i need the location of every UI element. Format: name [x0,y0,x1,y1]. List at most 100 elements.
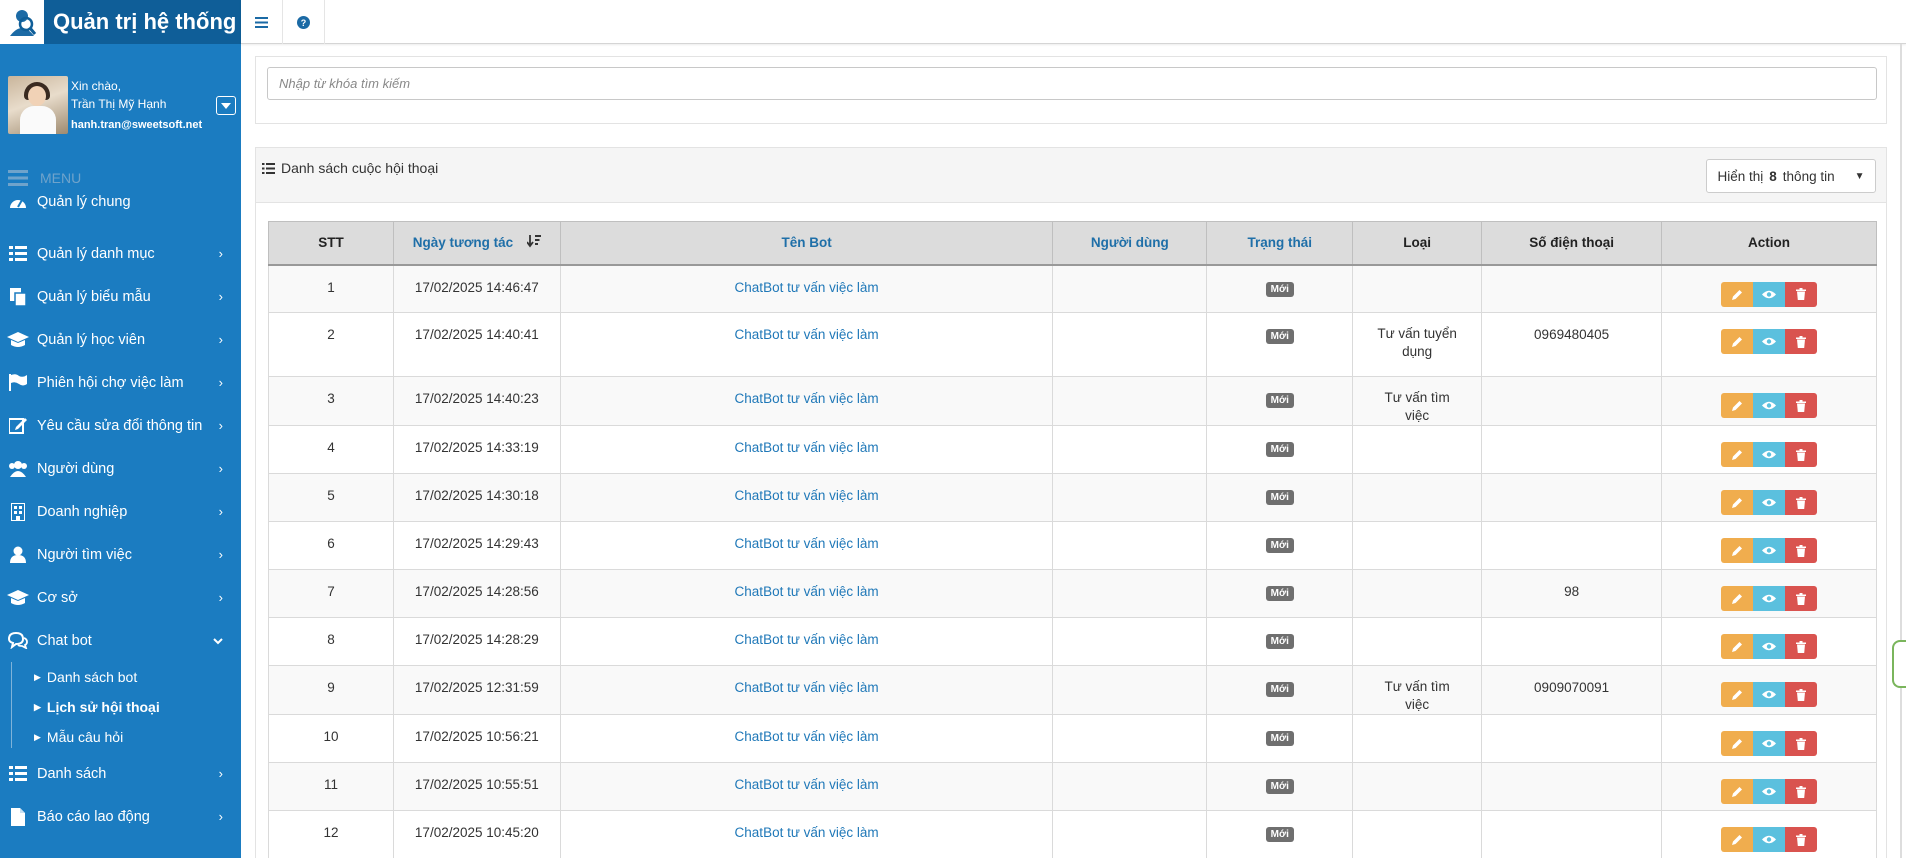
cell-stt: 4 [268,425,394,474]
bot-link[interactable]: ChatBot tư vấn việc làm [735,391,879,406]
sidebar-subitem-lich-su-hoi-thoai[interactable]: ▶ Lịch sử hội thoại [34,692,241,722]
delete-button[interactable] [1785,442,1818,467]
sidebar-item-quan-ly-chung[interactable]: Quản lý chung [0,189,241,214]
view-button[interactable] [1753,538,1786,563]
delete-button[interactable] [1785,329,1818,354]
edit-button[interactable] [1721,682,1754,707]
bot-link[interactable]: ChatBot tư vấn việc làm [735,825,879,840]
header-ngay-tuong-tac[interactable]: Ngày tương tác [392,221,561,266]
trash-icon [1796,448,1807,461]
edit-button[interactable] [1721,490,1754,515]
sidebar-subitem-danh-sach-bot[interactable]: ▶ Danh sách bot [34,662,241,692]
row-actions [1721,329,1818,354]
delete-button[interactable] [1785,682,1818,707]
sidebar-item-nguoi-tim-viec[interactable]: Người tìm việc › [0,533,241,576]
delete-button[interactable] [1785,393,1818,418]
conversation-table: STT Ngày tương tác Tên Bot Người dùng Tr… [268,221,1877,858]
cell-actions [1661,521,1877,570]
top-bar: ? [241,0,1906,44]
header-trang-thai[interactable]: Trạng thái [1206,221,1354,266]
cell-bot: ChatBot tư vấn việc làm [559,762,1054,811]
sidebar-item-quan-ly-danh-muc[interactable]: Quản lý danh mục › [0,232,241,275]
edit-button[interactable] [1721,586,1754,611]
header-action: Action [1661,221,1877,266]
sidebar-item-bao-cao-lao-dong[interactable]: Báo cáo lao động › [0,795,241,838]
view-button[interactable] [1753,827,1786,852]
delete-button[interactable] [1785,538,1818,563]
delete-button[interactable] [1785,827,1818,852]
view-button[interactable] [1753,393,1786,418]
brand-logo[interactable] [0,0,44,44]
edit-button[interactable] [1721,329,1754,354]
toggle-sidebar-button[interactable] [241,0,283,44]
delete-button[interactable] [1785,586,1818,611]
sidebar-item-danh-sach[interactable]: Danh sách › [0,752,241,795]
delete-button[interactable] [1785,490,1818,515]
cell-date: 17/02/2025 12:31:59 [392,665,561,715]
table-row: 11 17/02/2025 10:55:51 ChatBot tư vấn việc… [268,762,1877,811]
row-actions [1721,731,1818,756]
bot-link[interactable]: ChatBot tư vấn việc làm [735,440,879,455]
bot-link[interactable]: ChatBot tư vấn việc làm [735,488,879,503]
bot-link[interactable]: ChatBot tư vấn việc làm [735,729,879,744]
view-button[interactable] [1753,634,1786,659]
sidebar-item-nguoi-dung[interactable]: Người dùng › [0,447,241,490]
delete-button[interactable] [1785,281,1818,307]
view-button[interactable] [1753,779,1786,804]
eye-icon [1762,337,1777,346]
delete-button[interactable] [1785,779,1818,804]
edit-button[interactable] [1721,281,1754,307]
user-dropdown-button[interactable] [216,96,236,115]
edit-button[interactable] [1721,538,1754,563]
view-button[interactable] [1753,731,1786,756]
brand-title[interactable]: Quản trị hệ thống [44,9,236,35]
page-size-dropdown[interactable]: Hiển thị 8 thông tin ▼ [1706,159,1876,193]
view-button[interactable] [1753,281,1786,307]
bot-link[interactable]: ChatBot tư vấn việc làm [735,584,879,599]
pencil-icon [1731,690,1742,700]
sidebar-item-chat-bot[interactable]: Chat bot [0,619,241,662]
header-nguoi-dung[interactable]: Người dùng [1052,221,1208,266]
edit-button[interactable] [1721,634,1754,659]
bot-link[interactable]: ChatBot tư vấn việc làm [735,777,879,792]
bot-link[interactable]: ChatBot tư vấn việc làm [735,536,879,551]
cell-user [1052,521,1208,570]
trash-icon [1796,288,1807,300]
bot-link[interactable]: ChatBot tư vấn việc làm [735,280,879,295]
sidebar-subitem-mau-cau-hoi[interactable]: ▶ Mẫu câu hỏi [34,722,241,752]
menu-header: MENU [8,170,81,186]
sidebar-item-co-so[interactable]: Cơ sở › [0,576,241,619]
sidebar-item-doanh-nghiep[interactable]: Doanh nghiệp › [0,490,241,533]
bot-link[interactable]: ChatBot tư vấn việc làm [735,632,879,647]
edit-button[interactable] [1721,731,1754,756]
view-button[interactable] [1753,682,1786,707]
edit-button[interactable] [1721,779,1754,804]
sidebar-item-quan-ly-bieu-mau[interactable]: Quản lý biểu mẫu › [0,275,241,318]
sidebar-item-phien-hoi-cho[interactable]: Phiên hội chợ việc làm › [0,361,241,404]
header-ten-bot[interactable]: Tên Bot [559,221,1054,266]
view-button[interactable] [1753,329,1786,354]
floating-side-widget[interactable] [1892,640,1906,688]
edit-button[interactable] [1721,442,1754,467]
delete-button[interactable] [1785,634,1818,659]
cell-phone [1481,376,1663,426]
delete-button[interactable] [1785,731,1818,756]
cell-stt: 1 [268,264,394,313]
help-button[interactable]: ? [283,0,325,44]
edit-button[interactable] [1721,827,1754,852]
edit-button[interactable] [1721,393,1754,418]
view-button[interactable] [1753,586,1786,611]
cell-type: Tư vấn tìm việc [1352,665,1483,715]
sidebar-item-quan-ly-hoc-vien[interactable]: Quản lý học viên › [0,318,241,361]
trash-icon [1796,496,1807,509]
search-input[interactable] [267,67,1877,100]
bot-link[interactable]: ChatBot tư vấn việc làm [735,327,879,342]
edit-icon [7,417,29,434]
eye-icon [1762,290,1777,298]
bot-link[interactable]: ChatBot tư vấn việc làm [735,680,879,695]
cell-actions [1661,312,1877,377]
view-button[interactable] [1753,442,1786,467]
sidebar-item-yeu-cau-sua-doi[interactable]: Yêu cầu sửa đổi thông tin › [0,404,241,447]
table-row: 2 17/02/2025 14:40:41 ChatBot tư vấn việc … [268,312,1877,377]
view-button[interactable] [1753,490,1786,515]
